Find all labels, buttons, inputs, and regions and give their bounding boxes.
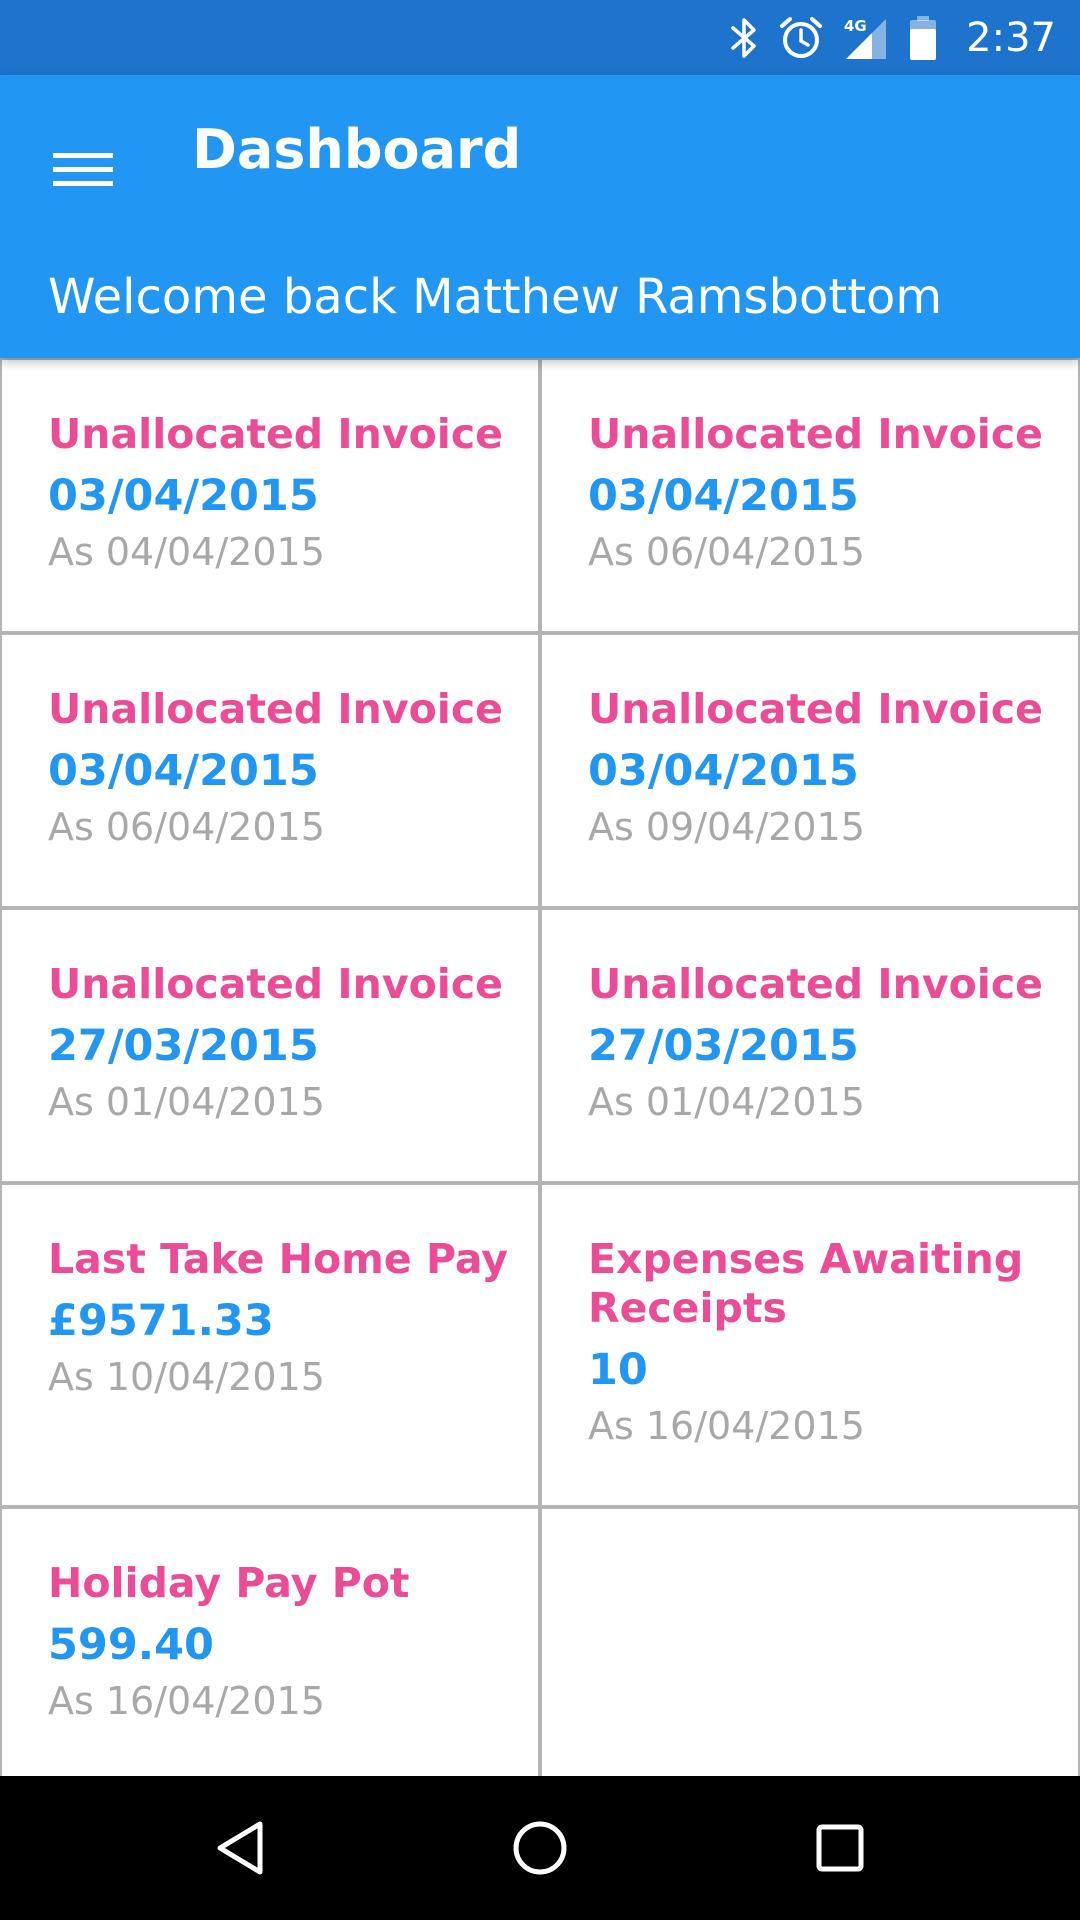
system-nav-bar (0, 1776, 1080, 1920)
tile-date: As 06/04/2015 (48, 805, 325, 849)
tile-title: Unallocated Invoice (588, 685, 1043, 733)
tile-value: 03/04/2015 (48, 746, 319, 796)
battery-icon (908, 15, 938, 61)
tile-title: Unallocated Invoice (48, 410, 503, 458)
tile-date: As 06/04/2015 (588, 530, 865, 574)
tile-date: As 01/04/2015 (48, 1080, 325, 1124)
dashboard-tile[interactable]: Unallocated Invoice 03/04/2015 As 06/04/… (538, 358, 1080, 635)
tile-value: 27/03/2015 (48, 1021, 319, 1071)
take-home-pay-tile[interactable]: Last Take Home Pay £9571.33 As 10/04/201… (0, 1181, 542, 1509)
tile-title: Unallocated Invoice (588, 960, 1043, 1008)
tile-value: 10 (588, 1345, 648, 1395)
tile-date: As 04/04/2015 (48, 530, 325, 574)
empty-tile (538, 1505, 1080, 1776)
tile-title: Unallocated Invoice (48, 960, 503, 1008)
tile-value: 03/04/2015 (48, 471, 319, 521)
tile-title: Unallocated Invoice (588, 410, 1043, 458)
tile-title: Holiday Pay Pot (48, 1559, 410, 1607)
tile-date: As 16/04/2015 (588, 1404, 865, 1448)
home-icon[interactable] (500, 1808, 580, 1888)
dashboard-tile[interactable]: Unallocated Invoice 27/03/2015 As 01/04/… (538, 906, 1080, 1185)
hamburger-menu-icon[interactable] (38, 125, 128, 215)
tile-value: 599.40 (48, 1620, 214, 1670)
dashboard-tile[interactable]: Unallocated Invoice 03/04/2015 As 09/04/… (538, 631, 1080, 910)
back-icon[interactable] (200, 1808, 280, 1888)
network-label: 4G (844, 17, 867, 35)
tile-title: Expenses Awaiting Receipts (588, 1235, 1024, 1332)
expenses-awaiting-receipts-tile[interactable]: Expenses Awaiting Receipts 10 As 16/04/2… (538, 1181, 1080, 1509)
dashboard-grid: Unallocated Invoice 03/04/2015 As 04/04/… (0, 358, 1080, 1776)
tile-date: As 09/04/2015 (588, 805, 865, 849)
dashboard-tile[interactable]: Unallocated Invoice 03/04/2015 As 04/04/… (0, 358, 542, 635)
status-bar: 4G 2:37 (0, 0, 1080, 75)
app-bar: Dashboard Welcome back Matthew Ramsbotto… (0, 75, 1080, 358)
tile-value: 27/03/2015 (588, 1021, 859, 1071)
page-title: Dashboard (192, 118, 522, 181)
recents-icon[interactable] (800, 1808, 880, 1888)
tile-date: As 10/04/2015 (48, 1355, 325, 1399)
status-icons: 4G 2:37 (730, 0, 1056, 75)
status-clock: 2:37 (966, 14, 1056, 61)
bluetooth-icon (730, 16, 760, 60)
welcome-message: Welcome back Matthew Ramsbottom (48, 269, 943, 325)
tile-title: Unallocated Invoice (48, 685, 503, 733)
dashboard-scroll-area[interactable]: Unallocated Invoice 03/04/2015 As 04/04/… (0, 358, 1080, 1776)
dashboard-tile[interactable]: Unallocated Invoice 27/03/2015 As 01/04/… (0, 906, 542, 1185)
tile-value: £9571.33 (48, 1296, 274, 1346)
dashboard-tile[interactable]: Unallocated Invoice 03/04/2015 As 06/04/… (0, 631, 542, 910)
tile-value: 03/04/2015 (588, 471, 859, 521)
alarm-icon (778, 15, 824, 61)
tile-value: 03/04/2015 (588, 746, 859, 796)
signal-icon: 4G (842, 15, 890, 61)
holiday-pay-pot-tile[interactable]: Holiday Pay Pot 599.40 As 16/04/2015 (0, 1505, 542, 1776)
tile-title: Last Take Home Pay (48, 1235, 509, 1283)
tile-date: As 01/04/2015 (588, 1080, 865, 1124)
tile-date: As 16/04/2015 (48, 1679, 325, 1723)
